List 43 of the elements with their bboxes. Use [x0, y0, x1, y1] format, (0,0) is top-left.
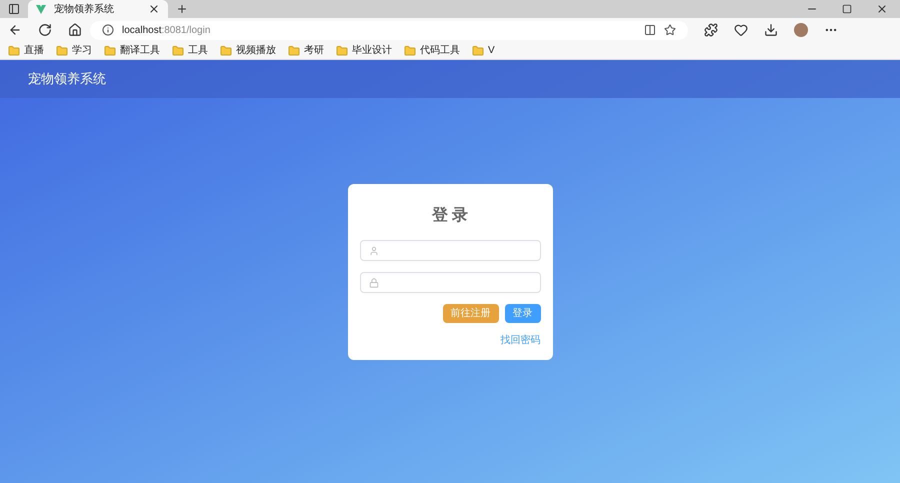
- bookmark-item[interactable]: 考研: [288, 43, 324, 58]
- browser-tab[interactable]: 宠物领养系统: [28, 0, 168, 18]
- folder-icon: [472, 44, 484, 56]
- address-bar[interactable]: localhost:8081/login: [90, 20, 688, 40]
- folder-icon: [336, 44, 348, 56]
- bookmark-item[interactable]: 直播: [8, 43, 44, 58]
- new-tab-icon[interactable]: [176, 3, 188, 15]
- folder-icon: [288, 44, 300, 56]
- folder-icon: [404, 44, 416, 56]
- profile-avatar[interactable]: [794, 23, 808, 37]
- bookmark-item[interactable]: 翻译工具: [104, 43, 160, 58]
- heart-icon[interactable]: [734, 23, 748, 37]
- home-icon[interactable]: [68, 23, 82, 37]
- bookmark-item[interactable]: 视频播放: [220, 43, 276, 58]
- bookmark-item[interactable]: 工具: [172, 43, 208, 58]
- v-logo-icon: [36, 4, 46, 14]
- extensions-icon[interactable]: [704, 23, 718, 37]
- reload-icon[interactable]: [38, 23, 52, 37]
- folder-icon: [8, 44, 20, 56]
- password-field[interactable]: [360, 272, 540, 293]
- folder-icon: [220, 44, 232, 56]
- back-icon[interactable]: [8, 23, 22, 37]
- split-view-icon[interactable]: [644, 24, 656, 36]
- close-window-icon[interactable]: [876, 3, 888, 15]
- bookmark-item[interactable]: V: [472, 43, 495, 58]
- bookmark-item[interactable]: 学习: [56, 43, 92, 58]
- folder-icon: [56, 44, 68, 56]
- download-icon[interactable]: [764, 23, 778, 37]
- header-title: 宠物领养系统: [28, 70, 106, 88]
- tab-title: 宠物领养系统: [54, 2, 115, 16]
- info-icon[interactable]: [102, 24, 114, 36]
- username-field[interactable]: [360, 240, 540, 261]
- login-title: 登 录: [432, 206, 468, 226]
- bookmark-item[interactable]: 毕业设计: [336, 43, 392, 58]
- maximize-icon[interactable]: [842, 4, 852, 14]
- user-icon: [368, 246, 378, 256]
- lock-icon: [368, 278, 378, 288]
- bookmark-item[interactable]: 代码工具: [404, 43, 460, 58]
- favorite-icon[interactable]: [664, 24, 676, 36]
- url-text: localhost:8081/login: [122, 24, 212, 38]
- folder-icon: [172, 44, 184, 56]
- close-tab-icon[interactable]: [148, 3, 160, 15]
- folder-icon: [104, 44, 116, 56]
